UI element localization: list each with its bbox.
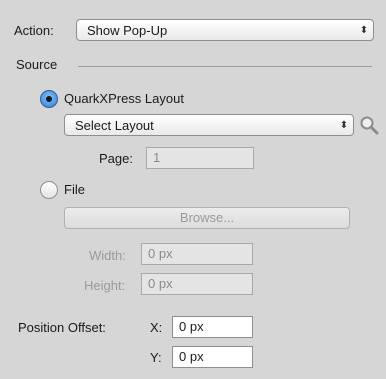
page-field[interactable]: 1 [146,147,254,169]
offset-x-label: X: [150,320,163,335]
browse-button[interactable]: Browse... [64,207,350,229]
select-layout-value: Select Layout [75,117,154,133]
offset-x-field[interactable]: 0 px [172,316,253,338]
action-label: Action: [14,23,54,38]
action-popup[interactable]: Show Pop-Up ⬍ [76,19,374,41]
offset-y-field[interactable]: 0 px [172,346,253,368]
page-label: Page: [99,151,133,166]
height-label: Height: [84,278,126,293]
action-panel: Action: Show Pop-Up ⬍ Source QuarkXPress… [0,0,386,379]
position-offset-label: Position Offset: [18,320,106,335]
quarkxpress-layout-label: QuarkXPress Layout [64,91,184,106]
quarkxpress-layout-radio[interactable] [40,90,58,108]
width-field[interactable]: 0 px [141,243,253,265]
magnifier-icon[interactable] [358,114,380,136]
height-field[interactable]: 0 px [141,273,253,295]
file-label: File [64,182,85,197]
source-label: Source [16,57,58,72]
offset-y-label: Y: [150,350,162,365]
select-layout-popup[interactable]: Select Layout ⬍ [64,114,354,136]
updown-arrows-icon: ⬍ [339,119,349,131]
action-popup-value: Show Pop-Up [87,22,168,38]
file-radio[interactable] [40,181,58,199]
width-label: Width: [89,248,126,263]
updown-arrows-icon: ⬍ [359,24,369,36]
source-separator [78,66,372,67]
